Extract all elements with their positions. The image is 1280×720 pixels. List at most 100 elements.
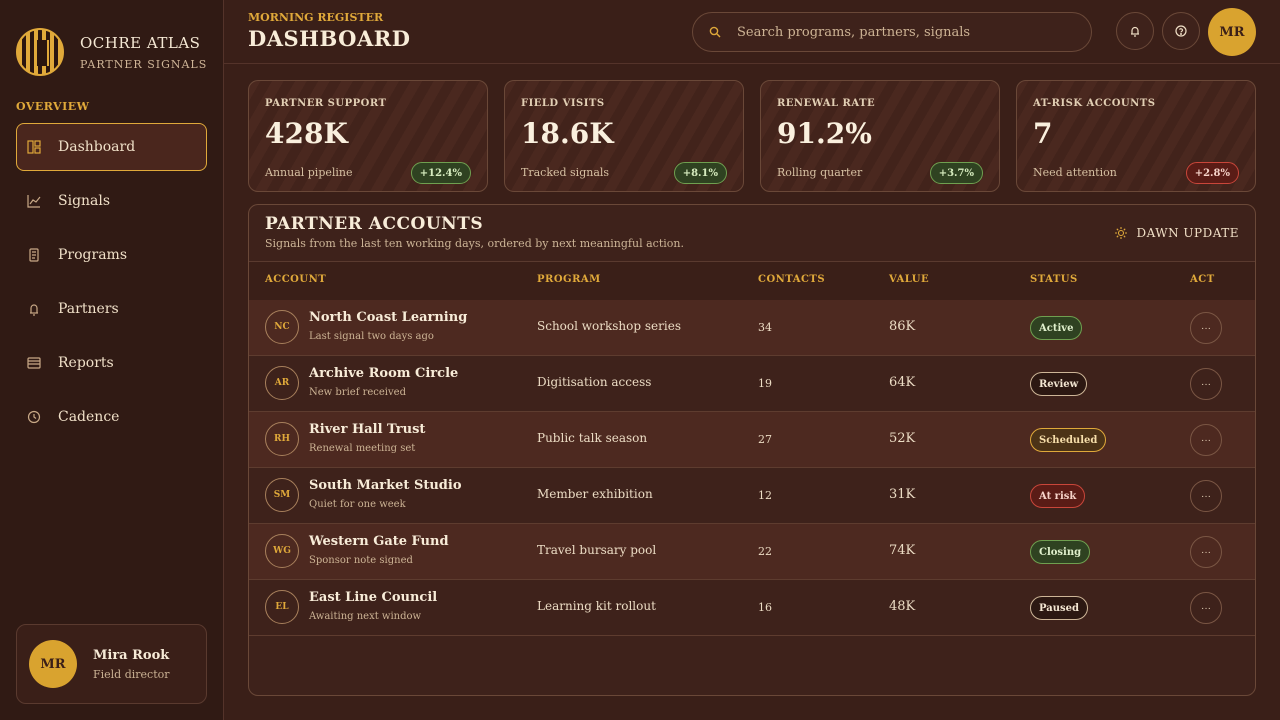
sidebar-item-cadence[interactable]: Cadence <box>16 393 207 441</box>
status-badge: Scheduled <box>1030 428 1107 452</box>
sidebar-item-programs[interactable]: Programs <box>16 231 207 279</box>
partner-accounts-panel: PARTNER ACCOUNTS Signals from the last t… <box>248 204 1256 696</box>
sidebar: OCHRE ATLAS PARTNER SIGNALS OVERVIEW Das… <box>0 0 224 720</box>
contacts-cell: 16 <box>758 601 772 614</box>
table-header: ACCOUNT PROGRAM CONTACTS VALUE STATUS AC… <box>249 261 1255 301</box>
stat-delta-badge: +8.1% <box>673 162 727 184</box>
stat-card-at-risk-accounts[interactable]: AT-RISK ACCOUNTS 7 Need attention +2.8% <box>1016 80 1256 192</box>
column-header-contacts[interactable]: CONTACTS <box>758 274 825 285</box>
search-icon <box>709 26 721 38</box>
notifications-button[interactable] <box>1116 12 1154 50</box>
dashboard-icon <box>27 140 41 154</box>
stat-value: 91.2% <box>777 117 872 150</box>
account-avatar: AR <box>265 366 299 400</box>
value-cell: 48K <box>889 599 916 614</box>
nav-section-label: OVERVIEW <box>16 100 90 113</box>
account-note: Awaiting next window <box>309 611 422 622</box>
stat-card-renewal-rate[interactable]: RENEWAL RATE 91.2% Rolling quarter +3.7% <box>760 80 1000 192</box>
stat-caption: Rolling quarter <box>777 166 863 179</box>
table-row[interactable]: AR Archive Room Circle New brief receive… <box>249 356 1255 412</box>
stat-label: AT-RISK ACCOUNTS <box>1033 98 1156 109</box>
table-row[interactable]: RH River Hall Trust Renewal meeting set … <box>249 412 1255 468</box>
row-actions-button[interactable]: ··· <box>1190 536 1222 568</box>
stat-label: PARTNER SUPPORT <box>265 98 387 109</box>
contacts-cell: 19 <box>758 377 772 390</box>
column-header-program[interactable]: PROGRAM <box>537 274 601 285</box>
contacts-cell: 34 <box>758 321 772 334</box>
sidebar-item-label: Cadence <box>58 409 120 425</box>
sidebar-nav: Dashboard Signals Programs Partners Repo… <box>16 123 207 447</box>
account-avatar: RH <box>265 422 299 456</box>
account-note: New brief received <box>309 387 406 398</box>
program-cell: Member exhibition <box>537 487 653 501</box>
bell-person-icon <box>27 302 41 316</box>
contacts-cell: 12 <box>758 489 772 502</box>
account-name[interactable]: River Hall Trust <box>309 422 425 437</box>
account-note: Renewal meeting set <box>309 443 416 454</box>
page-title: DASHBOARD <box>248 26 411 51</box>
stat-card-field-visits[interactable]: FIELD VISITS 18.6K Tracked signals +8.1% <box>504 80 744 192</box>
program-cell: Public talk season <box>537 431 648 445</box>
sidebar-item-label: Dashboard <box>58 139 136 155</box>
account-name[interactable]: Archive Room Circle <box>309 366 458 381</box>
account-name[interactable]: South Market Studio <box>309 478 462 493</box>
avatar: MR <box>29 640 77 688</box>
sidebar-item-label: Signals <box>58 193 111 209</box>
account-note: Quiet for one week <box>309 499 406 510</box>
clock-icon <box>27 410 41 424</box>
column-header-account[interactable]: ACCOUNT <box>265 274 326 285</box>
row-actions-button[interactable]: ··· <box>1190 368 1222 400</box>
sidebar-item-label: Reports <box>58 355 114 371</box>
line-chart-icon <box>27 194 41 208</box>
row-actions-button[interactable]: ··· <box>1190 592 1222 624</box>
sidebar-item-partners[interactable]: Partners <box>16 285 207 333</box>
table-row[interactable]: EL East Line Council Awaiting next windo… <box>249 580 1255 636</box>
stat-caption: Annual pipeline <box>265 166 353 179</box>
column-header-value[interactable]: VALUE <box>889 274 929 285</box>
value-cell: 64K <box>889 375 916 390</box>
program-cell: School workshop series <box>537 319 681 333</box>
profile-role: Field director <box>93 667 170 681</box>
report-icon <box>27 356 41 370</box>
stat-card-partner-support[interactable]: PARTNER SUPPORT 428K Annual pipeline +12… <box>248 80 488 192</box>
search-bar[interactable] <box>692 12 1092 52</box>
top-header: MORNING REGISTER DASHBOARD MR <box>224 0 1280 64</box>
row-actions-button[interactable]: ··· <box>1190 480 1222 512</box>
sidebar-item-label: Programs <box>58 247 128 263</box>
stat-value: 7 <box>1033 117 1053 150</box>
search-input[interactable] <box>737 24 1067 40</box>
user-avatar-button[interactable]: MR <box>1208 8 1256 56</box>
column-header-act: ACT <box>1190 274 1215 285</box>
column-header-status[interactable]: STATUS <box>1030 274 1078 285</box>
account-name[interactable]: North Coast Learning <box>309 310 467 325</box>
row-actions-button[interactable]: ··· <box>1190 424 1222 456</box>
contacts-cell: 22 <box>758 545 772 558</box>
status-badge: At risk <box>1030 484 1086 508</box>
help-icon <box>1175 25 1187 37</box>
panel-subtitle: Signals from the last ten working days, … <box>265 237 684 250</box>
sidebar-item-reports[interactable]: Reports <box>16 339 207 387</box>
help-button[interactable] <box>1162 12 1200 50</box>
page-eyebrow: MORNING REGISTER <box>248 11 384 24</box>
dawn-update-button[interactable]: DAWN UPDATE <box>1114 223 1239 243</box>
sidebar-item-signals[interactable]: Signals <box>16 177 207 225</box>
table-row[interactable]: NC North Coast Learning Last signal two … <box>249 300 1255 356</box>
profile-card[interactable]: MR Mira Rook Field director <box>16 624 207 704</box>
account-name[interactable]: Western Gate Fund <box>309 534 449 549</box>
table-row[interactable]: SM South Market Studio Quiet for one wee… <box>249 468 1255 524</box>
brand-subtitle: PARTNER SIGNALS <box>80 57 208 71</box>
profile-name: Mira Rook <box>93 647 170 663</box>
stat-delta-badge: +12.4% <box>410 162 471 184</box>
status-badge: Closing <box>1030 540 1091 564</box>
account-note: Sponsor note signed <box>309 555 413 566</box>
value-cell: 31K <box>889 487 916 502</box>
stat-caption: Tracked signals <box>521 166 610 179</box>
row-actions-button[interactable]: ··· <box>1190 312 1222 344</box>
program-cell: Digitisation access <box>537 375 652 389</box>
value-cell: 74K <box>889 543 916 558</box>
brand[interactable]: OCHRE ATLAS PARTNER SIGNALS <box>16 28 207 76</box>
account-name[interactable]: East Line Council <box>309 590 437 605</box>
stat-value: 428K <box>265 117 348 150</box>
table-row[interactable]: WG Western Gate Fund Sponsor note signed… <box>249 524 1255 580</box>
sidebar-item-dashboard[interactable]: Dashboard <box>16 123 207 171</box>
